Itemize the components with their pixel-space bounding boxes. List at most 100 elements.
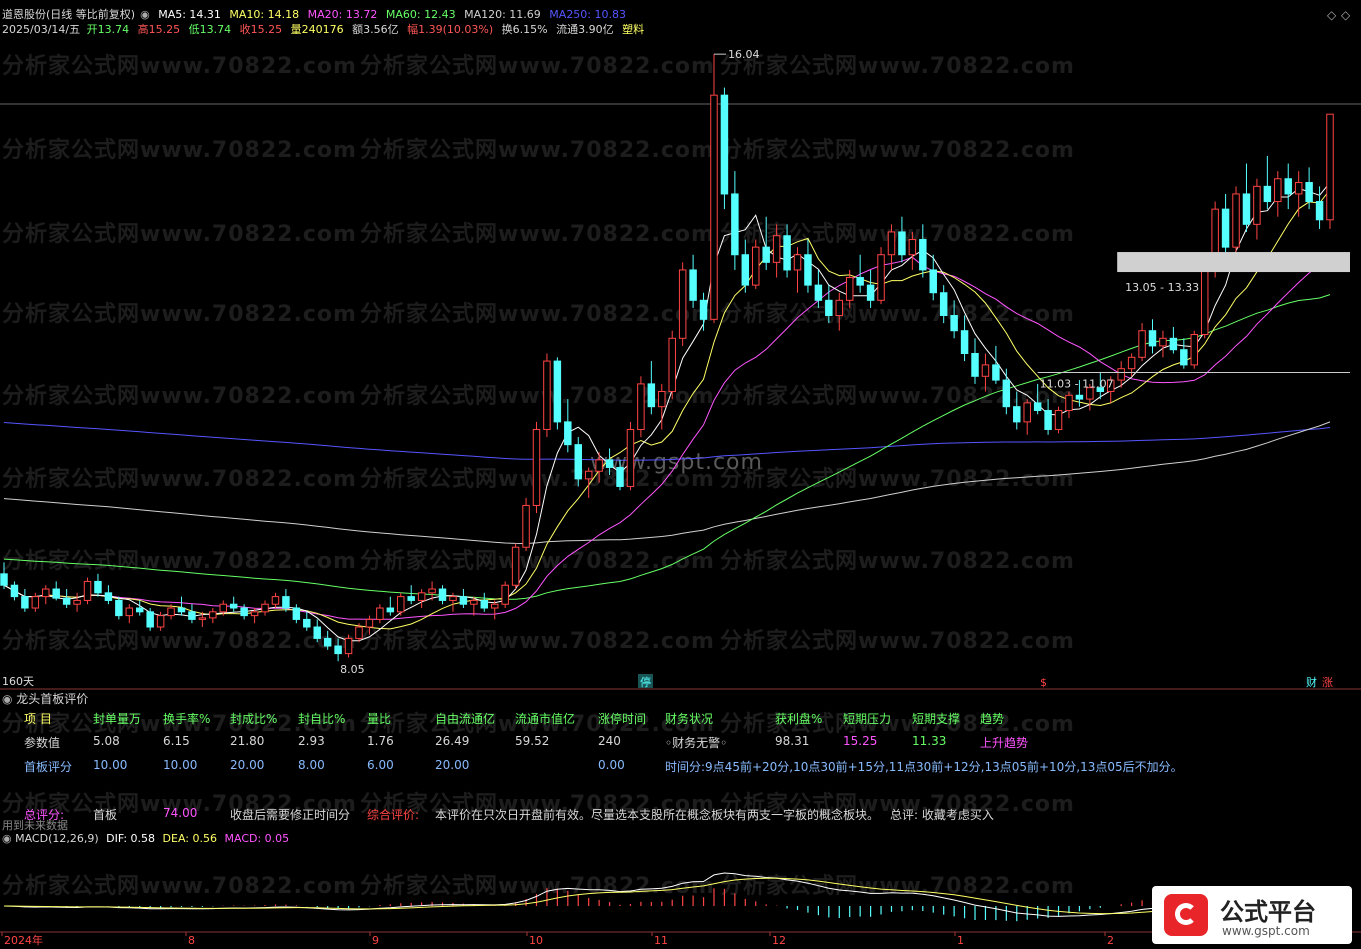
macd-value: MACD: 0.05 bbox=[224, 832, 290, 845]
candle-body bbox=[167, 607, 175, 617]
row-h-cell: 流通市值亿 bbox=[515, 712, 576, 726]
candlestick-chart: 16.04 8.05 13.05 - 13.33 11.03 - 11.07 160天 停… bbox=[0, 48, 1361, 690]
candle-body bbox=[845, 277, 854, 301]
ma250-line bbox=[3, 422, 1331, 461]
candle-body bbox=[386, 607, 395, 613]
candle-body bbox=[1305, 182, 1313, 203]
candle-body bbox=[992, 364, 1000, 381]
amount-value: 额3.56亿 bbox=[352, 23, 399, 36]
event-marker: 涨 bbox=[1322, 676, 1333, 689]
stock-title[interactable]: 道恩股份(日线 等比前复权) bbox=[2, 8, 135, 21]
industry-value: 塑料 bbox=[622, 23, 645, 36]
time-tick-label: 10 bbox=[529, 934, 543, 947]
candle-body bbox=[480, 599, 489, 609]
row-h-cell: 获利盘% bbox=[775, 712, 823, 726]
candle-body bbox=[83, 580, 92, 601]
candle-body bbox=[21, 596, 29, 609]
candle-body bbox=[1117, 368, 1125, 381]
candle-body bbox=[981, 364, 990, 377]
candle-body bbox=[1253, 185, 1261, 225]
candle-body bbox=[1148, 330, 1157, 347]
candle-body bbox=[177, 607, 186, 613]
row-h-cell: 涨停时间 bbox=[598, 712, 647, 726]
candle-body bbox=[459, 596, 468, 605]
candle-body bbox=[699, 299, 708, 320]
candle-body bbox=[1013, 406, 1021, 423]
candle-body bbox=[1138, 330, 1146, 358]
candle-body bbox=[950, 315, 958, 332]
candle-body bbox=[250, 611, 259, 617]
candle-body bbox=[282, 596, 290, 609]
candle-body bbox=[605, 459, 614, 468]
candle-body bbox=[209, 611, 217, 619]
candle-body bbox=[658, 390, 666, 408]
candle-body bbox=[449, 596, 457, 601]
candle-body bbox=[1232, 193, 1240, 248]
macd-dif: DIF: 0.58 bbox=[106, 832, 156, 845]
row-h-cell: 换手率% bbox=[163, 712, 211, 726]
row-h-cell: 短期支撑 bbox=[912, 712, 961, 726]
row-2-cell: 10.00 bbox=[163, 758, 198, 772]
expand-icon[interactable]: ◇ bbox=[1327, 8, 1336, 22]
candle-body bbox=[1284, 178, 1292, 195]
candle-body bbox=[156, 615, 165, 628]
min-price-label: 8.05 bbox=[340, 663, 365, 676]
candle-body bbox=[344, 637, 353, 655]
date-label: 2025/03/14/五 bbox=[2, 23, 81, 36]
candle-body bbox=[637, 383, 645, 430]
candle-body bbox=[0, 573, 8, 586]
candle-body bbox=[877, 254, 885, 301]
candle-body bbox=[188, 611, 196, 620]
candle-body bbox=[1200, 269, 1209, 336]
fix-note: 收盘后需要修正时间分 bbox=[230, 808, 351, 822]
gear-icon[interactable]: ◉ bbox=[140, 8, 150, 21]
ma10-label: MA10: 14.18 bbox=[229, 8, 300, 21]
panel-title-text: 龙头首板评价 bbox=[16, 692, 89, 706]
macd-dea: DEA: 0.56 bbox=[162, 832, 217, 845]
candle-body bbox=[1315, 201, 1324, 221]
ma120-label: MA120: 11.69 bbox=[464, 8, 541, 21]
high-label: 高 bbox=[137, 23, 149, 36]
candle-body bbox=[543, 360, 551, 430]
ma120-line bbox=[3, 421, 1331, 545]
candle-body bbox=[720, 94, 729, 195]
candle-body bbox=[1221, 208, 1230, 248]
candle-body bbox=[407, 596, 415, 601]
candle-body bbox=[741, 254, 750, 286]
macd-toggle-icon[interactable]: ◉ bbox=[2, 832, 15, 845]
ma60-line bbox=[3, 294, 1331, 600]
candle-body bbox=[668, 337, 676, 392]
candle-body bbox=[31, 596, 40, 609]
candle-body bbox=[814, 284, 823, 301]
time-tick-label: 9 bbox=[372, 934, 379, 947]
candle-body bbox=[908, 239, 917, 256]
logo-title: 公式平台 bbox=[1220, 898, 1316, 926]
candle-body bbox=[835, 299, 844, 317]
candle-body bbox=[825, 299, 833, 317]
candle-body bbox=[198, 617, 207, 620]
candle-body bbox=[1159, 337, 1167, 347]
candle-body bbox=[94, 580, 102, 594]
panel-toggle-icon[interactable]: ◉ bbox=[2, 692, 16, 706]
close-label: 收 bbox=[239, 23, 251, 36]
change-value: 幅1.39(10.03%) bbox=[407, 23, 494, 36]
overall-label: 综合评价: bbox=[367, 808, 420, 822]
candle-body bbox=[470, 599, 478, 605]
header-line-1: 道恩股份(日线 等比前复权) ◉ MA5: 14.31 MA10: 14.18 M… bbox=[2, 8, 631, 21]
candle-body bbox=[960, 330, 969, 354]
candle-body bbox=[334, 645, 342, 655]
row-2-cell: 10.00 bbox=[93, 758, 128, 772]
candle-body bbox=[313, 626, 321, 639]
time-tick-label: 11 bbox=[654, 934, 668, 947]
panel-title: ◉ 龙头首板评价 bbox=[2, 690, 88, 707]
candle-body bbox=[887, 231, 896, 256]
candle-body bbox=[261, 603, 269, 613]
candle-body bbox=[1033, 402, 1042, 411]
row-1-cell: 26.49 bbox=[435, 734, 470, 748]
candle-body bbox=[1127, 356, 1136, 370]
menu-icon[interactable]: ◇ bbox=[1341, 8, 1350, 22]
candle-body bbox=[783, 235, 791, 271]
ma250-label: MA250: 10.83 bbox=[549, 8, 627, 21]
candle-body bbox=[511, 546, 520, 586]
candle-body bbox=[752, 246, 760, 286]
